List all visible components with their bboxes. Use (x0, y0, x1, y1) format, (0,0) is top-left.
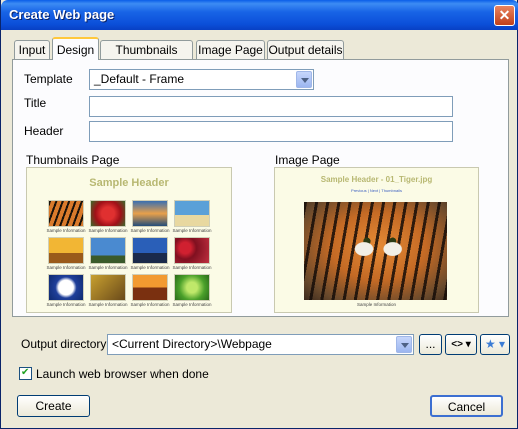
thumbnail-autumn-leaves: Sample Information (88, 274, 128, 309)
favorites-menu-button[interactable]: ★ ▾ (480, 334, 510, 355)
thumbnail-caption: Sample Information (88, 228, 128, 233)
thumbnail-palm-beach: Sample Information (172, 200, 212, 235)
berries-image (174, 237, 210, 264)
thumbnail-cactus-sky: Sample Information (88, 237, 128, 272)
image-page-preview: Sample Header - 01_Tiger.jpg Previous | … (274, 167, 479, 313)
thumbnail-caption: Sample Information (172, 265, 212, 270)
preview-image-header: Sample Header - 01_Tiger.jpg (320, 175, 433, 184)
header-label: Header (24, 124, 64, 138)
create-web-page-dialog: Create Web page ✕ Input Design Thumbnail… (0, 0, 518, 429)
tags-menu-button[interactable]: <> ▾ (445, 334, 477, 355)
title-label: Title (24, 96, 47, 110)
city-sky-image (132, 237, 168, 264)
thumbnail-caption: Sample Information (130, 265, 170, 270)
desert-sun-image (48, 237, 84, 264)
thumbnail-caption: Sample Information (88, 265, 128, 270)
rose-image (90, 200, 126, 227)
tab-thumbnails-page[interactable]: Thumbnails Page (100, 40, 193, 75)
thumbnail-caption: Sample Information (172, 302, 212, 307)
thumbnail-green-leaf: Sample Information (172, 274, 212, 309)
checkmark-icon: ✔ (21, 367, 30, 378)
chevron-down-icon[interactable] (296, 71, 312, 88)
thumbnail-berries: Sample Information (172, 237, 212, 272)
window-title: Create Web page (9, 7, 115, 22)
tab-output-details[interactable]: Output details (267, 40, 344, 59)
cancel-button[interactable]: Cancel (430, 395, 503, 417)
canyon-sunset-image (132, 274, 168, 301)
thumbnails-page-preview-label: Thumbnails Page (26, 153, 120, 167)
image-page-preview-label: Image Page (275, 153, 340, 167)
thumbnail-caption: Sample Information (88, 302, 128, 307)
browse-button[interactable]: ... (419, 334, 442, 355)
template-label: Template (24, 72, 73, 86)
preview-nav-links: Previous | Next | Thumbnails (351, 188, 402, 193)
tab-image-page[interactable]: Image Page (196, 40, 265, 59)
title-bar: Create Web page ✕ (1, 0, 518, 30)
preview-image-caption: Sample Information (356, 302, 397, 307)
thumbnail-caption: Sample Information (130, 228, 170, 233)
template-select[interactable]: _Default - Frame (89, 69, 314, 90)
output-directory-select[interactable]: <Current Directory>\Webpage (107, 334, 414, 355)
tab-input[interactable]: Input (14, 40, 50, 59)
launch-browser-checkbox[interactable]: ✔ (19, 367, 32, 380)
output-directory-label: Output directory (21, 337, 107, 351)
cactus-sky-image (90, 237, 126, 264)
thumbnail-caption: Sample Information (130, 302, 170, 307)
palm-beach-image (174, 200, 210, 227)
preview-sample-header: Sample Header (89, 177, 169, 189)
launch-browser-label[interactable]: Launch web browser when done (36, 367, 209, 381)
output-directory-value: <Current Directory>\Webpage (112, 337, 272, 351)
template-value: _Default - Frame (94, 72, 185, 86)
tab-design[interactable]: Design (52, 37, 99, 60)
dandelion-image (48, 274, 84, 301)
thumbnails-page-preview: Sample Header Sample Information Sample I… (26, 167, 232, 313)
thumbnail-city-sky: Sample Information (130, 237, 170, 272)
thumbnail-caption: Sample Information (46, 265, 86, 270)
close-button[interactable]: ✕ (494, 5, 515, 26)
header-input[interactable] (89, 121, 453, 142)
autumn-leaves-image (90, 274, 126, 301)
thumbnail-caption: Sample Information (172, 228, 212, 233)
thumbnail-caption: Sample Information (46, 228, 86, 233)
thumbnail-dandelion: Sample Information (46, 274, 86, 309)
tiger-image (304, 202, 447, 300)
thumbnail-desert-sun: Sample Information (46, 237, 86, 272)
create-button[interactable]: Create (17, 395, 90, 417)
thumbnail-caption: Sample Information (46, 302, 86, 307)
thumbnail-sunset-lake: Sample Information (130, 200, 170, 235)
sunset-lake-image (132, 200, 168, 227)
thumbnail-canyon-sunset: Sample Information (130, 274, 170, 309)
design-tab-panel: Template _Default - Frame Title Header T… (12, 59, 509, 317)
green-leaf-image (174, 274, 210, 301)
thumbnail-rose: Sample Information (88, 200, 128, 235)
title-input[interactable] (89, 96, 453, 117)
thumbnail-tiger: Sample Information (46, 200, 86, 235)
tiger-image (48, 200, 84, 227)
chevron-down-icon[interactable] (396, 336, 412, 353)
